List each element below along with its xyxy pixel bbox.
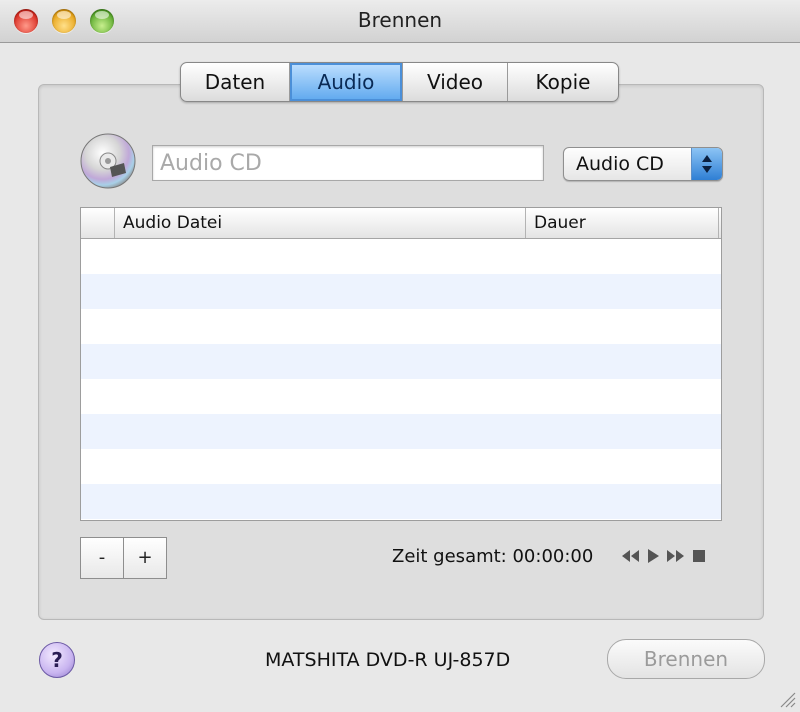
play-icon[interactable]	[646, 548, 660, 564]
table-row	[81, 484, 721, 519]
resize-grip-icon[interactable]	[776, 688, 796, 708]
column-header-check[interactable]	[81, 208, 115, 238]
table-row	[81, 239, 721, 274]
help-icon[interactable]: ?	[39, 642, 75, 678]
table-rows	[81, 239, 721, 519]
rewind-icon[interactable]	[620, 548, 640, 564]
audio-file-table[interactable]: Audio Datei Dauer	[80, 207, 722, 521]
burn-button[interactable]: Brennen	[607, 639, 765, 679]
tab-video[interactable]: Video	[403, 63, 508, 101]
table-row	[81, 274, 721, 309]
tab-kopie[interactable]: Kopie	[508, 63, 618, 101]
disc-icon	[80, 133, 136, 189]
drive-name: MATSHITA DVD-R UJ-857D	[265, 649, 511, 671]
titlebar: Brennen	[0, 0, 800, 43]
tab-daten[interactable]: Daten	[181, 63, 290, 101]
column-header-audio-file[interactable]: Audio Datei	[115, 208, 526, 238]
burn-window: Brennen Daten Audio Video Kopie Audio CD…	[0, 0, 800, 712]
table-header: Audio Datei Dauer	[81, 208, 721, 239]
add-button[interactable]: +	[123, 537, 167, 579]
total-time-label: Zeit gesamt: 00:00:00	[392, 546, 594, 567]
window-title: Brennen	[357, 8, 443, 32]
table-row	[81, 449, 721, 484]
table-row	[81, 309, 721, 344]
column-header-duration[interactable]: Dauer	[526, 208, 719, 238]
fast-forward-icon[interactable]	[666, 548, 686, 564]
table-row	[81, 379, 721, 414]
table-row	[81, 344, 721, 379]
updown-arrows-icon	[691, 148, 722, 180]
table-row	[81, 414, 721, 449]
tab-bar: Daten Audio Video Kopie	[180, 62, 619, 102]
playback-controls	[620, 548, 706, 564]
disc-name-input[interactable]: Audio CD	[152, 145, 544, 181]
remove-button[interactable]: -	[80, 537, 124, 579]
tab-audio[interactable]: Audio	[290, 63, 403, 101]
format-popup-label: Audio CD	[576, 153, 664, 175]
format-popup[interactable]: Audio CD	[563, 147, 723, 181]
stop-icon[interactable]	[692, 548, 706, 564]
